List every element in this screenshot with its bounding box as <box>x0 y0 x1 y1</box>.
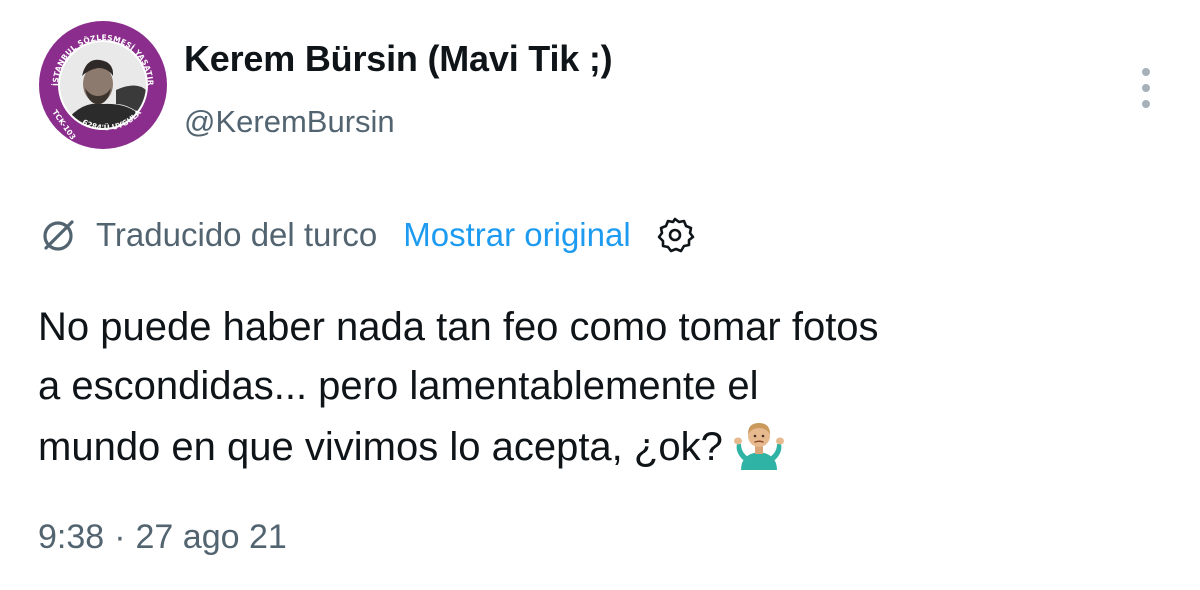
tweet-text-line: a escondidas... pero lamentablemente el <box>38 364 759 408</box>
translated-label: Traducido del turco <box>96 216 378 253</box>
tweet-text-line-content: mundo en que vivimos lo acepta, ¿ok? <box>38 425 723 469</box>
avatar[interactable]: İSTANBUL SÖZLEŞMESİ YAŞATIR 6284'Ü UYGUL… <box>38 20 168 150</box>
more-options-button[interactable] <box>1132 62 1160 114</box>
tweet-text-line: No puede haber nada tan feo como tomar f… <box>38 305 879 349</box>
more-vertical-icon-dot <box>1142 100 1150 108</box>
show-original-link[interactable]: Mostrar original <box>403 216 630 254</box>
man-shrugging-emoji-icon <box>731 416 787 472</box>
tweet: İSTANBUL SÖZLEŞMESİ YAŞATIR 6284'Ü UYGUL… <box>0 0 1200 590</box>
translation-row: Traducido del turco Mostrar original <box>38 210 695 260</box>
tweet-text-line: mundo en que vivimos lo acepta, ¿ok? <box>38 416 1168 477</box>
settings-gear-icon[interactable] <box>655 215 695 255</box>
more-vertical-icon <box>1142 68 1150 76</box>
tweet-metadata: 9:38 · 27 ago 21 <box>38 518 287 557</box>
more-vertical-icon-dot <box>1142 84 1150 92</box>
translate-icon <box>38 215 78 255</box>
tweet-text: No puede haber nada tan feo como tomar f… <box>38 298 1168 477</box>
author-handle[interactable]: @KeremBursin <box>184 104 395 140</box>
tweet-date[interactable]: 27 ago 21 <box>136 518 287 556</box>
tweet-time[interactable]: 9:38 <box>38 518 104 556</box>
author-display-name[interactable]: Kerem Bürsin (Mavi Tik ;) <box>184 38 613 80</box>
meta-separator: · <box>114 518 126 556</box>
